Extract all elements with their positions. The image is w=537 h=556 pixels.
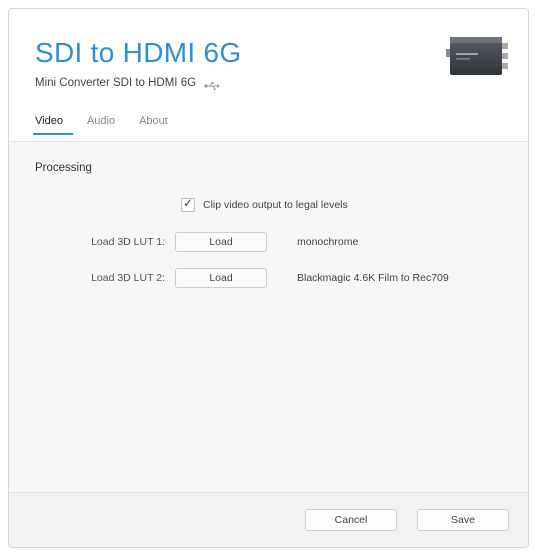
lut-2-value: Blackmagic 4.6K Film to Rec709 bbox=[297, 272, 449, 284]
tab-video[interactable]: Video bbox=[29, 109, 81, 135]
clip-levels-label: Clip video output to legal levels bbox=[203, 199, 348, 211]
subtitle-row: Mini Converter SDI to HDMI 6G bbox=[35, 77, 221, 91]
page-title: SDI to HDMI 6G bbox=[35, 37, 242, 68]
lut-1-label: Load 3D LUT 1: bbox=[91, 236, 165, 248]
lut-2-label: Load 3D LUT 2: bbox=[91, 272, 165, 284]
header: SDI to HDMI 6G Mini Converter SDI to HDM… bbox=[9, 9, 528, 141]
usb-icon bbox=[204, 78, 221, 91]
footer: Cancel Save bbox=[9, 493, 528, 547]
video-settings-panel: Processing ✓ Clip video output to legal … bbox=[9, 142, 528, 492]
device-image bbox=[444, 27, 514, 85]
tab-audio[interactable]: Audio bbox=[81, 109, 133, 135]
section-title-processing: Processing bbox=[35, 162, 92, 174]
load-lut-1-button[interactable]: Load bbox=[175, 232, 267, 252]
checkmark-icon: ✓ bbox=[183, 196, 194, 210]
lut-1-value: monochrome bbox=[297, 236, 359, 248]
tab-bar: Video Audio About bbox=[29, 109, 186, 135]
load-lut-2-button[interactable]: Load bbox=[175, 268, 267, 288]
tab-about[interactable]: About bbox=[133, 109, 186, 135]
cancel-button[interactable]: Cancel bbox=[305, 509, 397, 531]
clip-levels-checkbox[interactable]: ✓ bbox=[181, 196, 195, 212]
save-button[interactable]: Save bbox=[417, 509, 509, 531]
lut-row-2: Load 3D LUT 2: Load Blackmagic 4.6K Film… bbox=[9, 268, 449, 288]
device-subtitle: Mini Converter SDI to HDMI 6G bbox=[35, 77, 197, 89]
clip-levels-row: ✓ Clip video output to legal levels bbox=[181, 196, 348, 212]
converter-setup-window: SDI to HDMI 6G Mini Converter SDI to HDM… bbox=[8, 8, 529, 548]
lut-row-1: Load 3D LUT 1: Load monochrome bbox=[9, 232, 358, 252]
